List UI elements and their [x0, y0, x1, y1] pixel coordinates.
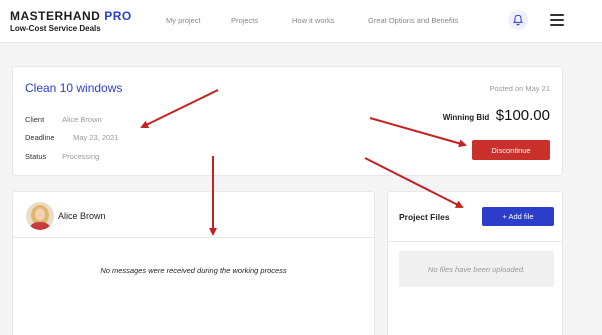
client-label: Client [25, 115, 45, 124]
divider [388, 241, 562, 242]
posted-date: Posted on May 21 [489, 84, 550, 93]
contact-name: Alice Brown [58, 211, 106, 221]
deadline-value: May 23, 2021 [73, 133, 119, 142]
nav-link-options-benefits[interactable]: Great Options and Benefits [368, 16, 458, 25]
messages-card: Alice Brown No messages were received du… [12, 191, 375, 335]
winning-bid-label: Winning Bid [442, 113, 490, 122]
discontinue-button[interactable]: Discontinue [472, 140, 550, 160]
project-files-title: Project Files [399, 212, 450, 222]
client-row: Client Alice Brown [25, 115, 102, 124]
no-messages-text: No messages were received during the wor… [100, 266, 287, 275]
brand-logo[interactable]: MASTERHAND PRO [10, 9, 132, 23]
client-value: Alice Brown [62, 115, 102, 124]
brand-accent: PRO [104, 9, 132, 23]
nav-link-how-it-works[interactable]: How it works [292, 16, 335, 25]
top-navigation-bar: MASTERHAND PRO Low-Cost Service Deals My… [0, 0, 602, 43]
hamburger-menu-icon[interactable] [550, 14, 564, 26]
avatar[interactable] [26, 202, 54, 230]
conversation-header: Alice Brown [13, 192, 374, 238]
bell-icon [513, 14, 523, 26]
person-avatar-icon [26, 202, 54, 230]
notifications-button[interactable] [508, 10, 528, 30]
status-value: Processing [62, 152, 100, 161]
no-files-text: No files have been uploaded. [399, 251, 554, 287]
nav-link-my-project[interactable]: My project [166, 16, 201, 25]
add-file-button[interactable]: + Add file [482, 207, 554, 226]
deadline-label: Deadline [25, 133, 55, 142]
brand-tagline: Low-Cost Service Deals [10, 24, 101, 33]
project-files-card: Project Files + Add file No files have b… [387, 191, 563, 335]
deadline-row: Deadline May 23, 2021 [25, 133, 119, 142]
winning-bid: Winning Bid $100.00 [443, 107, 550, 125]
status-label: Status [25, 152, 47, 161]
status-row: Status Processing [25, 152, 99, 161]
task-title: Clean 10 windows [25, 81, 123, 95]
winning-bid-amount: $100.00 [495, 107, 550, 124]
task-details-card: Clean 10 windows Posted on May 21 Client… [12, 66, 563, 176]
brand-name: MASTERHAND [10, 9, 101, 23]
nav-link-projects[interactable]: Projects [231, 16, 258, 25]
